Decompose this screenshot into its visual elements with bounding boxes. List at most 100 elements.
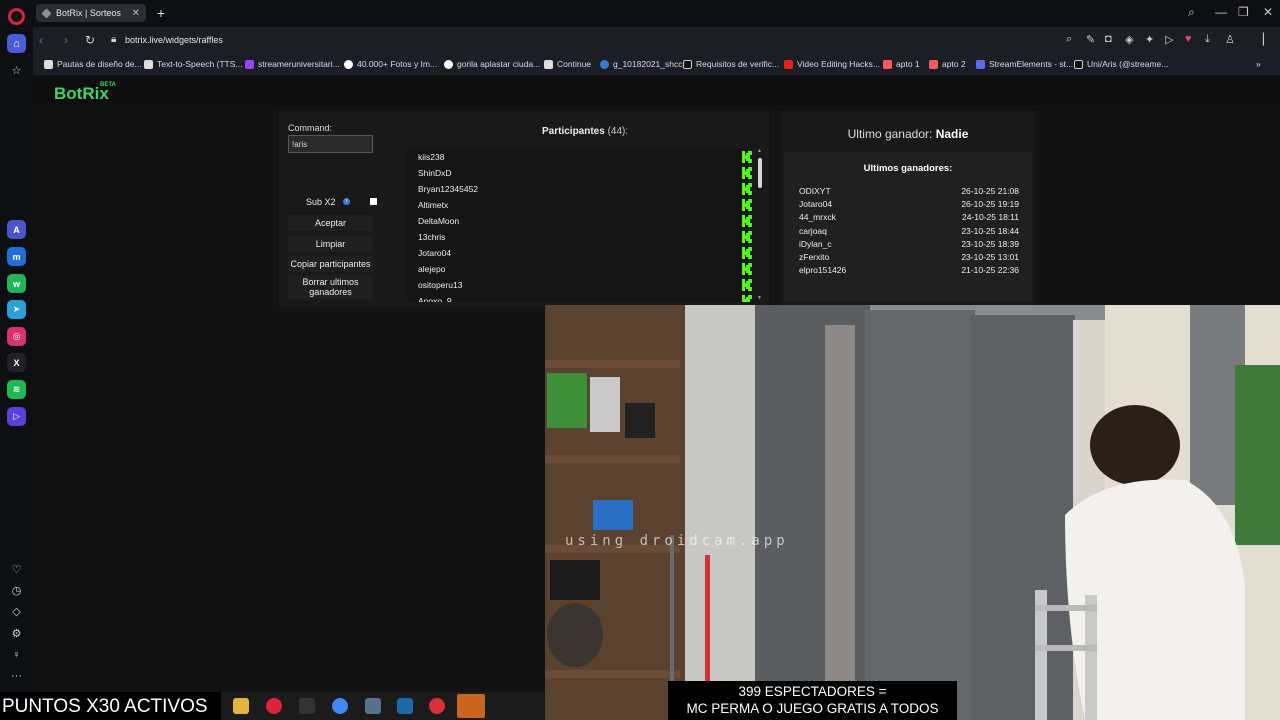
window-taskbar-icon[interactable] — [365, 698, 381, 714]
bookmark-item[interactable]: apto 2 — [929, 59, 966, 69]
bookmark-item[interactable]: Continue — [544, 59, 591, 69]
spotify-icon[interactable]: ≋ — [7, 380, 26, 399]
home-icon[interactable]: ⌂ — [7, 34, 26, 53]
red-app-taskbar-icon[interactable] — [429, 698, 445, 714]
winner-name: iDylan_c — [799, 238, 832, 249]
scroll-down-icon[interactable]: ▼ — [757, 295, 762, 301]
steam-taskbar-icon[interactable] — [397, 698, 413, 714]
tab-close-icon[interactable]: ✕ — [132, 8, 140, 19]
new-tab-button[interactable]: + — [153, 5, 169, 21]
whatsapp-icon[interactable]: w — [7, 274, 26, 293]
back-icon[interactable]: ‹ — [39, 33, 43, 47]
app-taskbar-icon[interactable] — [299, 698, 315, 714]
more-dots-icon[interactable]: ··· — [7, 666, 26, 685]
scroll-up-icon[interactable]: ▲ — [757, 148, 762, 154]
participants-title: Participantes (44): — [542, 126, 629, 137]
bookmark-item[interactable]: Text-to-Speech (TTS... — [144, 59, 243, 69]
winner-date: 23-10-25 18:39 — [961, 238, 1019, 249]
forward-icon[interactable]: › — [64, 33, 68, 47]
lightbulb-icon[interactable]: ♀ — [7, 645, 26, 664]
winners-title: Ultimos ganadores: — [863, 163, 953, 174]
bookmark-item[interactable]: g_10182021_shcc — [600, 59, 682, 69]
command-input[interactable] — [288, 135, 373, 153]
winner-name: 44_mrxck — [799, 212, 836, 223]
opera-taskbar-icon[interactable] — [266, 698, 282, 714]
aria-ai-icon[interactable]: A — [7, 220, 26, 239]
sub-x2-checkbox[interactable] — [370, 198, 377, 205]
download-icon[interactable]: ⤓ — [1205, 33, 1210, 46]
winner-row: 44_mrxck 24-10-25 18:11 — [799, 212, 1019, 222]
opera-logo-icon[interactable] — [8, 8, 25, 25]
reload-icon[interactable]: ↻ — [85, 33, 95, 47]
streamelements-icon — [976, 59, 985, 69]
winners-list: Ultimos ganadores: ODIXYT 26-10-25 21:08 J… — [784, 152, 1032, 302]
copy-participants-button[interactable]: Copiar participantes — [288, 256, 373, 272]
bookmark-item[interactable]: streameruniversitari... — [245, 59, 340, 69]
instagram-icon[interactable]: ◎ — [7, 327, 26, 346]
extensions-icon[interactable]: ✦ — [1145, 33, 1154, 46]
chrome-taskbar-icon[interactable] — [332, 698, 348, 714]
x-twitter-icon[interactable]: X — [7, 353, 26, 372]
kick-icon — [742, 247, 752, 259]
bookmark-item[interactable]: Pautas de diseño de... — [44, 59, 142, 69]
viewers-overlay: 399 ESPECTADORES = MC PERMA O JUEGO GRAT… — [668, 681, 957, 720]
participant-row: ositoperu13 — [418, 277, 752, 293]
delete-winners-label-2: ganadores — [309, 287, 352, 297]
settings-gear-icon[interactable]: ⚙ — [7, 624, 26, 643]
search-icon[interactable]: ⌕ — [1066, 33, 1072, 46]
bookmark-item[interactable]: Video Editing Hacks... — [784, 59, 880, 69]
google-icon — [444, 59, 453, 69]
file-explorer-icon[interactable] — [233, 698, 249, 714]
bookmark-item[interactable]: apto 1 — [883, 59, 920, 69]
participant-name: ShinDxD — [418, 168, 452, 178]
minimize-button[interactable]: — — [1215, 5, 1227, 19]
points-overlay: PUNTOS X30 ACTIVOS — [0, 694, 210, 720]
clear-button[interactable]: Limpiar — [288, 236, 373, 252]
bookmark-item[interactable]: gorila aplastar ciuda... — [444, 59, 540, 69]
messenger-icon[interactable]: m — [7, 247, 26, 266]
delete-winners-button[interactable]: Borrar ultimos ganadores — [288, 275, 373, 299]
bookmarks-more-icon[interactable]: » — [1256, 59, 1261, 69]
lock-icon[interactable]: 🔒︎ — [111, 34, 116, 45]
participant-name: ositoperu13 — [418, 280, 463, 290]
bookmark-item[interactable]: Requisitos de verific... — [683, 59, 779, 69]
bookmark-item[interactable]: StreamElements - st... — [976, 59, 1073, 69]
play-icon[interactable]: ▷ — [1165, 33, 1173, 46]
participants-list[interactable]: kiis238 ShinDxD Bryan12345452 Altimetx Delta… — [407, 148, 752, 302]
account-icon[interactable]: ♙ — [1225, 33, 1235, 46]
obs-taskbar-icon[interactable] — [457, 694, 485, 718]
camera-icon[interactable]: ◘ — [1105, 33, 1112, 45]
search-tabs-icon[interactable]: ⌕ — [1188, 5, 1195, 20]
participant-row: Altimetx — [418, 197, 752, 213]
bookmark-item[interactable]: 40.000+ Fotos y Im... — [344, 59, 437, 69]
info-icon[interactable]: i — [343, 198, 350, 205]
close-window-button[interactable]: ✕ — [1263, 5, 1273, 19]
beta-badge: BETA — [100, 82, 116, 88]
botrix-header: BotRix BETA — [33, 76, 1280, 105]
x-icon — [683, 59, 692, 69]
heart-icon[interactable]: ♡ — [7, 560, 26, 579]
shield-icon[interactable]: ◈ — [1125, 33, 1133, 46]
accept-button[interactable]: Aceptar — [288, 215, 373, 231]
favorite-heart-icon[interactable]: ♥ — [1185, 33, 1192, 45]
player-icon[interactable]: ▷ — [7, 407, 26, 426]
participants-scrollbar[interactable]: ▲ ▼ — [757, 148, 763, 302]
edit-icon[interactable]: ✎ — [1086, 33, 1095, 46]
telegram-icon[interactable]: ➤ — [7, 300, 26, 319]
kick-icon — [742, 295, 752, 302]
participant-name: Anoxo_9 — [418, 296, 452, 302]
star-icon[interactable]: ☆ — [7, 61, 26, 80]
participant-row: Jotaro04 — [418, 245, 752, 261]
winner-row: zFerxito 23-10-25 13:01 — [799, 252, 1019, 262]
cube-icon[interactable]: ◇ — [7, 602, 26, 621]
bookmark-item[interactable]: Uni/Aris (@streame... — [1074, 59, 1168, 69]
url-field[interactable]: botrix.live/widgets/raffles — [125, 35, 223, 45]
scroll-thumb[interactable] — [758, 158, 762, 188]
participant-row: kiis238 — [418, 149, 752, 165]
kick-icon — [742, 183, 752, 195]
participant-name: 13chris — [418, 232, 446, 242]
maximize-button[interactable]: ❐ — [1238, 5, 1249, 19]
history-icon[interactable]: ◷ — [7, 581, 26, 600]
tab-botrix[interactable]: BotRix | Sorteos ✕ — [36, 4, 146, 22]
menu-icon[interactable]: ▏ — [1263, 33, 1271, 46]
